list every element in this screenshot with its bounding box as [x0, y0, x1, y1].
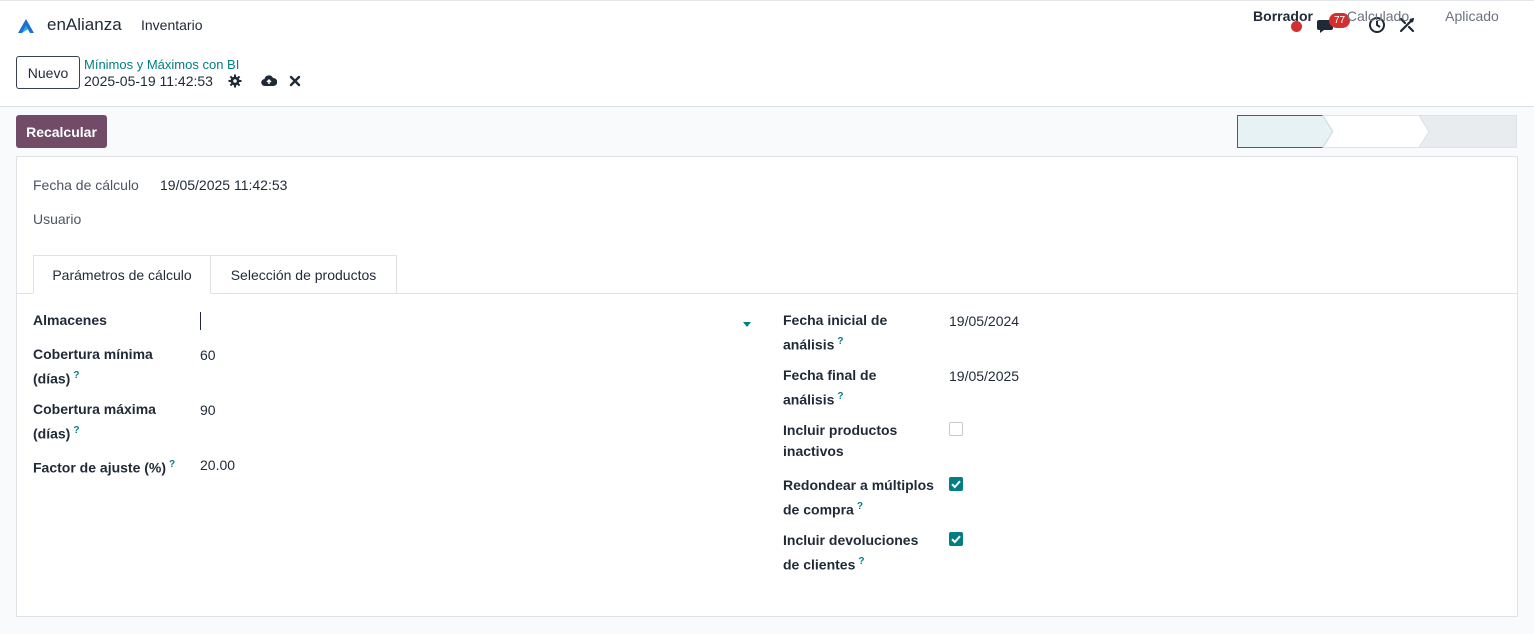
app-logo-icon[interactable]: [16, 16, 36, 36]
brand-name[interactable]: enAlianza: [47, 15, 122, 35]
calc-date-value: 19/05/2025 11:42:53: [160, 177, 288, 193]
max-coverage-value[interactable]: 90: [200, 402, 216, 418]
new-button[interactable]: Nuevo: [16, 56, 80, 89]
help-icon[interactable]: ?: [837, 391, 843, 402]
end-date-value[interactable]: 19/05/2025: [949, 368, 1019, 384]
help-icon[interactable]: ?: [858, 556, 864, 567]
help-icon[interactable]: ?: [837, 336, 843, 347]
min-coverage-label: Cobertura mínima (días)?: [33, 346, 153, 387]
help-icon[interactable]: ?: [169, 459, 175, 470]
recalculate-button[interactable]: Recalcular: [16, 115, 107, 148]
help-icon[interactable]: ?: [73, 370, 79, 381]
save-cloud-icon[interactable]: [261, 74, 277, 88]
chevron-down-icon[interactable]: [743, 322, 751, 327]
round-multiples-label: Redondear a múltiplos de compra?: [783, 477, 934, 518]
help-icon[interactable]: ?: [73, 425, 79, 436]
max-coverage-label: Cobertura máxima (días)?: [33, 401, 156, 442]
status-step-calculado[interactable]: Calculado: [1333, 0, 1423, 33]
breadcrumb-current: 2025-05-19 11:42:53: [84, 73, 213, 89]
app-menu-inventario[interactable]: Inventario: [141, 17, 202, 33]
status-step-borrador[interactable]: Borrador: [1237, 0, 1329, 33]
control-panel: Nuevo Mínimos y Máximos con BI 2025-05-1…: [0, 50, 1534, 107]
include-returns-label: Incluir devoluciones de clientes?: [783, 532, 919, 573]
round-multiples-checkbox[interactable]: [949, 477, 963, 491]
warehouses-label: Almacenes: [33, 312, 107, 328]
min-coverage-value[interactable]: 60: [200, 347, 216, 363]
adjust-factor-value[interactable]: 20.00: [200, 457, 235, 473]
status-bar: [1237, 115, 1517, 148]
tab-seleccion-productos[interactable]: Selección de productos: [211, 255, 397, 294]
tab-parametros-calculo[interactable]: Parámetros de cálculo: [33, 255, 211, 294]
gear-icon[interactable]: [228, 74, 242, 88]
start-date-value[interactable]: 19/05/2024: [949, 313, 1019, 329]
include-returns-checkbox[interactable]: [949, 532, 963, 546]
breadcrumb-parent-link[interactable]: Mínimos y Máximos con BI: [84, 57, 239, 72]
user-label: Usuario: [33, 211, 82, 227]
inactive-products-label: Incluir productos inactivos: [783, 422, 898, 459]
start-date-label: Fecha inicial de análisis?: [783, 312, 888, 353]
help-icon[interactable]: ?: [857, 501, 863, 512]
inactive-products-checkbox[interactable]: [949, 422, 963, 436]
status-step-aplicado[interactable]: Aplicado: [1429, 0, 1515, 33]
calc-date-label: Fecha de cálculo: [33, 177, 139, 193]
discard-icon[interactable]: [289, 75, 301, 87]
adjust-factor-label: Factor de ajuste (%)?: [33, 459, 176, 476]
form-sheet: Fecha de cálculo 19/05/2025 11:42:53 Usu…: [16, 156, 1518, 617]
end-date-label: Fecha final de análisis?: [783, 367, 877, 408]
warehouses-input-cursor[interactable]: [200, 312, 201, 330]
